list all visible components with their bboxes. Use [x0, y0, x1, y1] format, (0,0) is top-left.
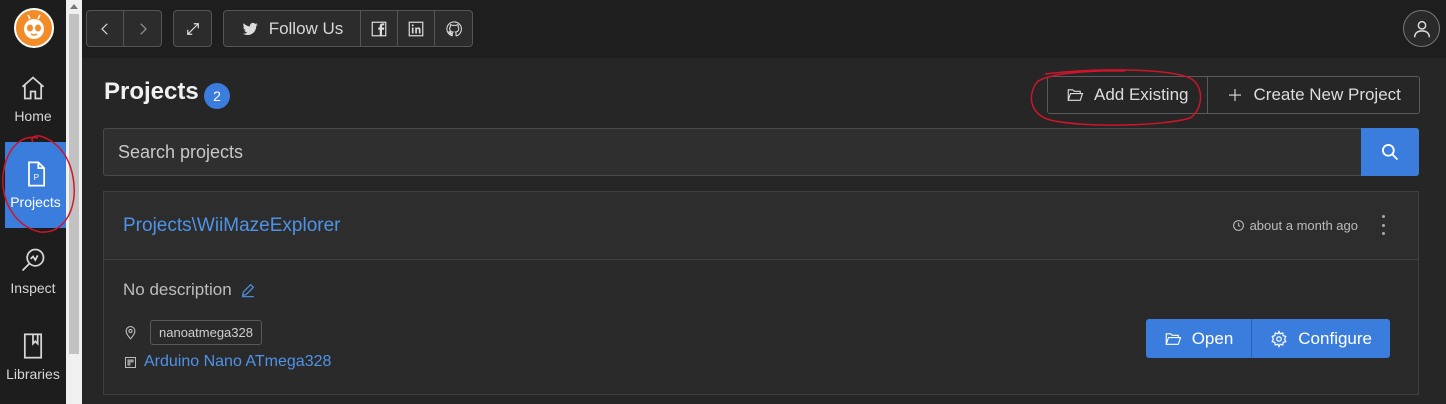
project-description: No description — [123, 280, 256, 300]
page-title: Projects — [104, 78, 199, 105]
scrollbar-thumb[interactable] — [69, 14, 79, 354]
linkedin-button[interactable] — [398, 11, 435, 46]
expand-group — [173, 10, 212, 47]
expand-button[interactable] — [174, 11, 211, 46]
linkedin-icon — [408, 21, 424, 36]
sidebar-item-home[interactable]: Home — [0, 56, 66, 142]
home-icon — [21, 76, 45, 100]
edit-pencil-icon[interactable] — [240, 282, 256, 298]
open-label: Open — [1191, 328, 1234, 348]
search-button[interactable] — [1361, 128, 1419, 176]
kebab-dot — [1381, 215, 1385, 218]
add-existing-button[interactable]: Add Existing — [1048, 77, 1208, 113]
kebab-dot — [1381, 223, 1385, 227]
platformio-logo[interactable] — [14, 8, 54, 48]
search-icon — [1382, 144, 1399, 161]
create-new-project-button[interactable]: Create New Project — [1207, 77, 1419, 113]
search-bar — [103, 128, 1419, 176]
sidebar-item-label: Inspect — [10, 280, 56, 296]
back-button[interactable] — [87, 11, 124, 46]
chevron-left-icon — [101, 22, 108, 35]
location-pin-icon — [125, 326, 136, 340]
add-existing-label: Add Existing — [1094, 85, 1189, 104]
open-button[interactable]: Open — [1145, 319, 1253, 358]
project-actions-group: Add Existing Create New Project — [1047, 76, 1420, 114]
create-new-project-label: Create New Project — [1253, 85, 1401, 104]
project-card: Projects\WiiMazeExplorer about a month a… — [103, 191, 1419, 395]
search-input[interactable] — [104, 129, 1361, 175]
sidebar-item-inspect[interactable]: Inspect — [0, 228, 66, 314]
projects-page: Projects 2 Add Existing Create New Proje… — [82, 58, 1446, 404]
sidebar-item-label: Libraries — [6, 366, 60, 382]
board-icon — [125, 356, 136, 368]
sidebar-item-projects[interactable]: P Projects — [5, 142, 66, 228]
facebook-button[interactable] — [361, 11, 398, 46]
projects-icon: P — [27, 161, 45, 187]
time-label: about a month ago — [1249, 218, 1358, 233]
configure-label: Configure — [1298, 328, 1372, 348]
inspect-icon — [21, 248, 45, 272]
github-icon — [445, 20, 462, 36]
project-environment-row: nanoatmega328 — [123, 320, 262, 345]
history-nav-group — [86, 10, 162, 47]
expand-icon — [186, 22, 199, 35]
configure-button[interactable]: Configure — [1252, 319, 1390, 358]
follow-us-button[interactable]: Follow Us — [224, 11, 361, 46]
facebook-icon — [371, 21, 387, 36]
user-icon — [1413, 20, 1430, 37]
chevron-right-icon — [139, 22, 147, 35]
folder-open-icon — [1165, 332, 1181, 345]
sidebar-item-label: Projects — [10, 194, 61, 210]
github-button[interactable] — [435, 11, 472, 46]
project-count-badge: 2 — [204, 83, 230, 109]
account-button[interactable] — [1403, 10, 1440, 47]
folder-open-icon — [1067, 89, 1084, 101]
alien-icon — [24, 14, 44, 39]
project-open-group: Open Configure — [1145, 319, 1390, 358]
clock-icon — [1232, 220, 1244, 231]
forward-button[interactable] — [124, 11, 161, 46]
twitter-icon — [242, 22, 258, 35]
top-toolbar: Follow Us — [82, 0, 1446, 58]
gear-icon — [1271, 329, 1287, 348]
environment-tag: nanoatmega328 — [150, 320, 262, 345]
plus-icon — [1228, 89, 1241, 101]
sidebar-item-label: Home — [14, 108, 52, 124]
sidebar-scrollbar[interactable] — [66, 0, 82, 404]
follow-us-label: Follow Us — [268, 18, 344, 38]
libraries-icon — [23, 333, 43, 359]
scroll-up-arrow-icon[interactable] — [70, 4, 78, 9]
sidebar: Home P Projects Inspect Libraries — [0, 0, 66, 404]
project-menu-button[interactable] — [1378, 215, 1388, 235]
sidebar-item-libraries[interactable]: Libraries — [0, 314, 66, 400]
social-group: Follow Us — [223, 10, 473, 47]
board-link[interactable]: Arduino Nano ATmega328 — [144, 353, 331, 371]
project-name-link[interactable]: Projects\WiiMazeExplorer — [123, 215, 341, 237]
kebab-dot — [1381, 232, 1385, 235]
svg-text:P: P — [33, 173, 39, 182]
project-board-row: Arduino Nano ATmega328 — [123, 353, 331, 371]
project-modified-time: about a month ago — [1232, 218, 1358, 233]
project-card-header: Projects\WiiMazeExplorer about a month a… — [104, 192, 1418, 260]
description-text: No description — [123, 280, 232, 299]
